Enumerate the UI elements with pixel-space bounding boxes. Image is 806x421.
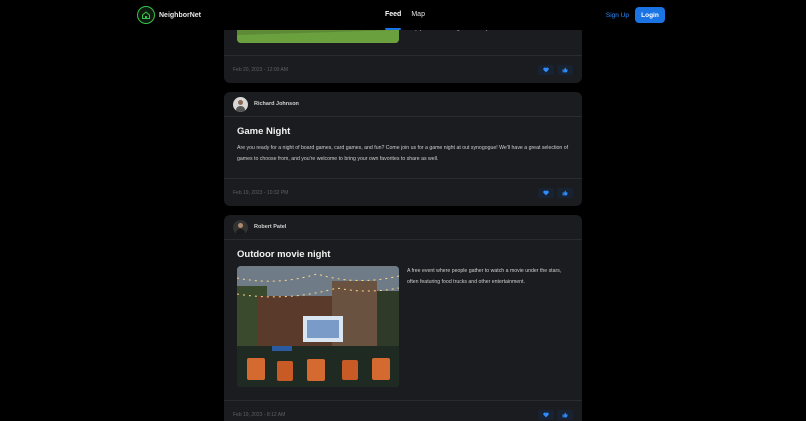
post-timestamp: Feb 20, 2023 - 12:00 AM xyxy=(233,66,289,73)
post-author[interactable]: Richard Johnson xyxy=(254,101,299,107)
heart-icon xyxy=(543,190,549,195)
like-button[interactable] xyxy=(557,64,573,75)
post-author[interactable]: Robert Patel xyxy=(254,224,286,230)
post-header: Robert Patel xyxy=(224,215,582,240)
post-body: Outdoor movie night A free event where p… xyxy=(224,240,582,401)
page: keep you fueled throughout the day. Feb … xyxy=(0,0,806,421)
post-timestamp: Feb 19, 2023 - 8:12 AM xyxy=(233,411,286,418)
heart-icon xyxy=(543,412,549,417)
navbar: NeighborNet Feed Map Sign Up Login xyxy=(0,0,806,30)
brand[interactable]: NeighborNet xyxy=(137,6,201,24)
nav-map[interactable]: Map xyxy=(411,11,425,30)
thumbs-up-icon xyxy=(562,190,568,195)
post-title: Game Night xyxy=(237,126,291,137)
like-button[interactable] xyxy=(557,187,573,198)
post-actions xyxy=(538,64,573,75)
post-actions xyxy=(538,187,573,198)
like-button[interactable] xyxy=(557,409,573,420)
post-text: Are you ready for a night of board games… xyxy=(237,145,569,162)
nav-feed[interactable]: Feed xyxy=(385,11,402,30)
post-footer: Feb 19, 2023 - 10:32 PM xyxy=(224,179,582,206)
post-timestamp: Feb 19, 2023 - 10:32 PM xyxy=(233,189,289,196)
heart-button[interactable] xyxy=(538,64,554,75)
post-header: Richard Johnson xyxy=(224,92,582,117)
nav-links: Feed Map xyxy=(385,11,425,30)
post-image xyxy=(237,266,399,387)
thumbs-up-icon xyxy=(562,67,568,72)
avatar[interactable] xyxy=(233,219,248,235)
heart-button[interactable] xyxy=(538,187,554,198)
login-button[interactable]: Login xyxy=(635,7,665,23)
heart-button[interactable] xyxy=(538,409,554,420)
post-footer: Feb 19, 2023 - 8:12 AM xyxy=(224,401,582,421)
avatar[interactable] xyxy=(233,96,248,112)
post-title: Outdoor movie night xyxy=(237,249,331,260)
auth-actions: Sign Up Login xyxy=(606,7,665,23)
house-icon xyxy=(137,6,155,24)
post-text: A free event where people gather to watc… xyxy=(407,268,562,285)
post-card: Robert Patel Outdoor movie night A free … xyxy=(224,215,582,421)
signup-link[interactable]: Sign Up xyxy=(606,12,629,19)
post-footer: Feb 20, 2023 - 12:00 AM xyxy=(224,56,582,83)
post-card: Richard Johnson Game Night Are you ready… xyxy=(224,92,582,206)
post-body: Game Night Are you ready for a night of … xyxy=(224,117,582,179)
post-actions xyxy=(538,409,573,420)
brand-name: NeighborNet xyxy=(159,11,201,19)
heart-icon xyxy=(543,67,549,72)
thumbs-up-icon xyxy=(562,412,568,417)
